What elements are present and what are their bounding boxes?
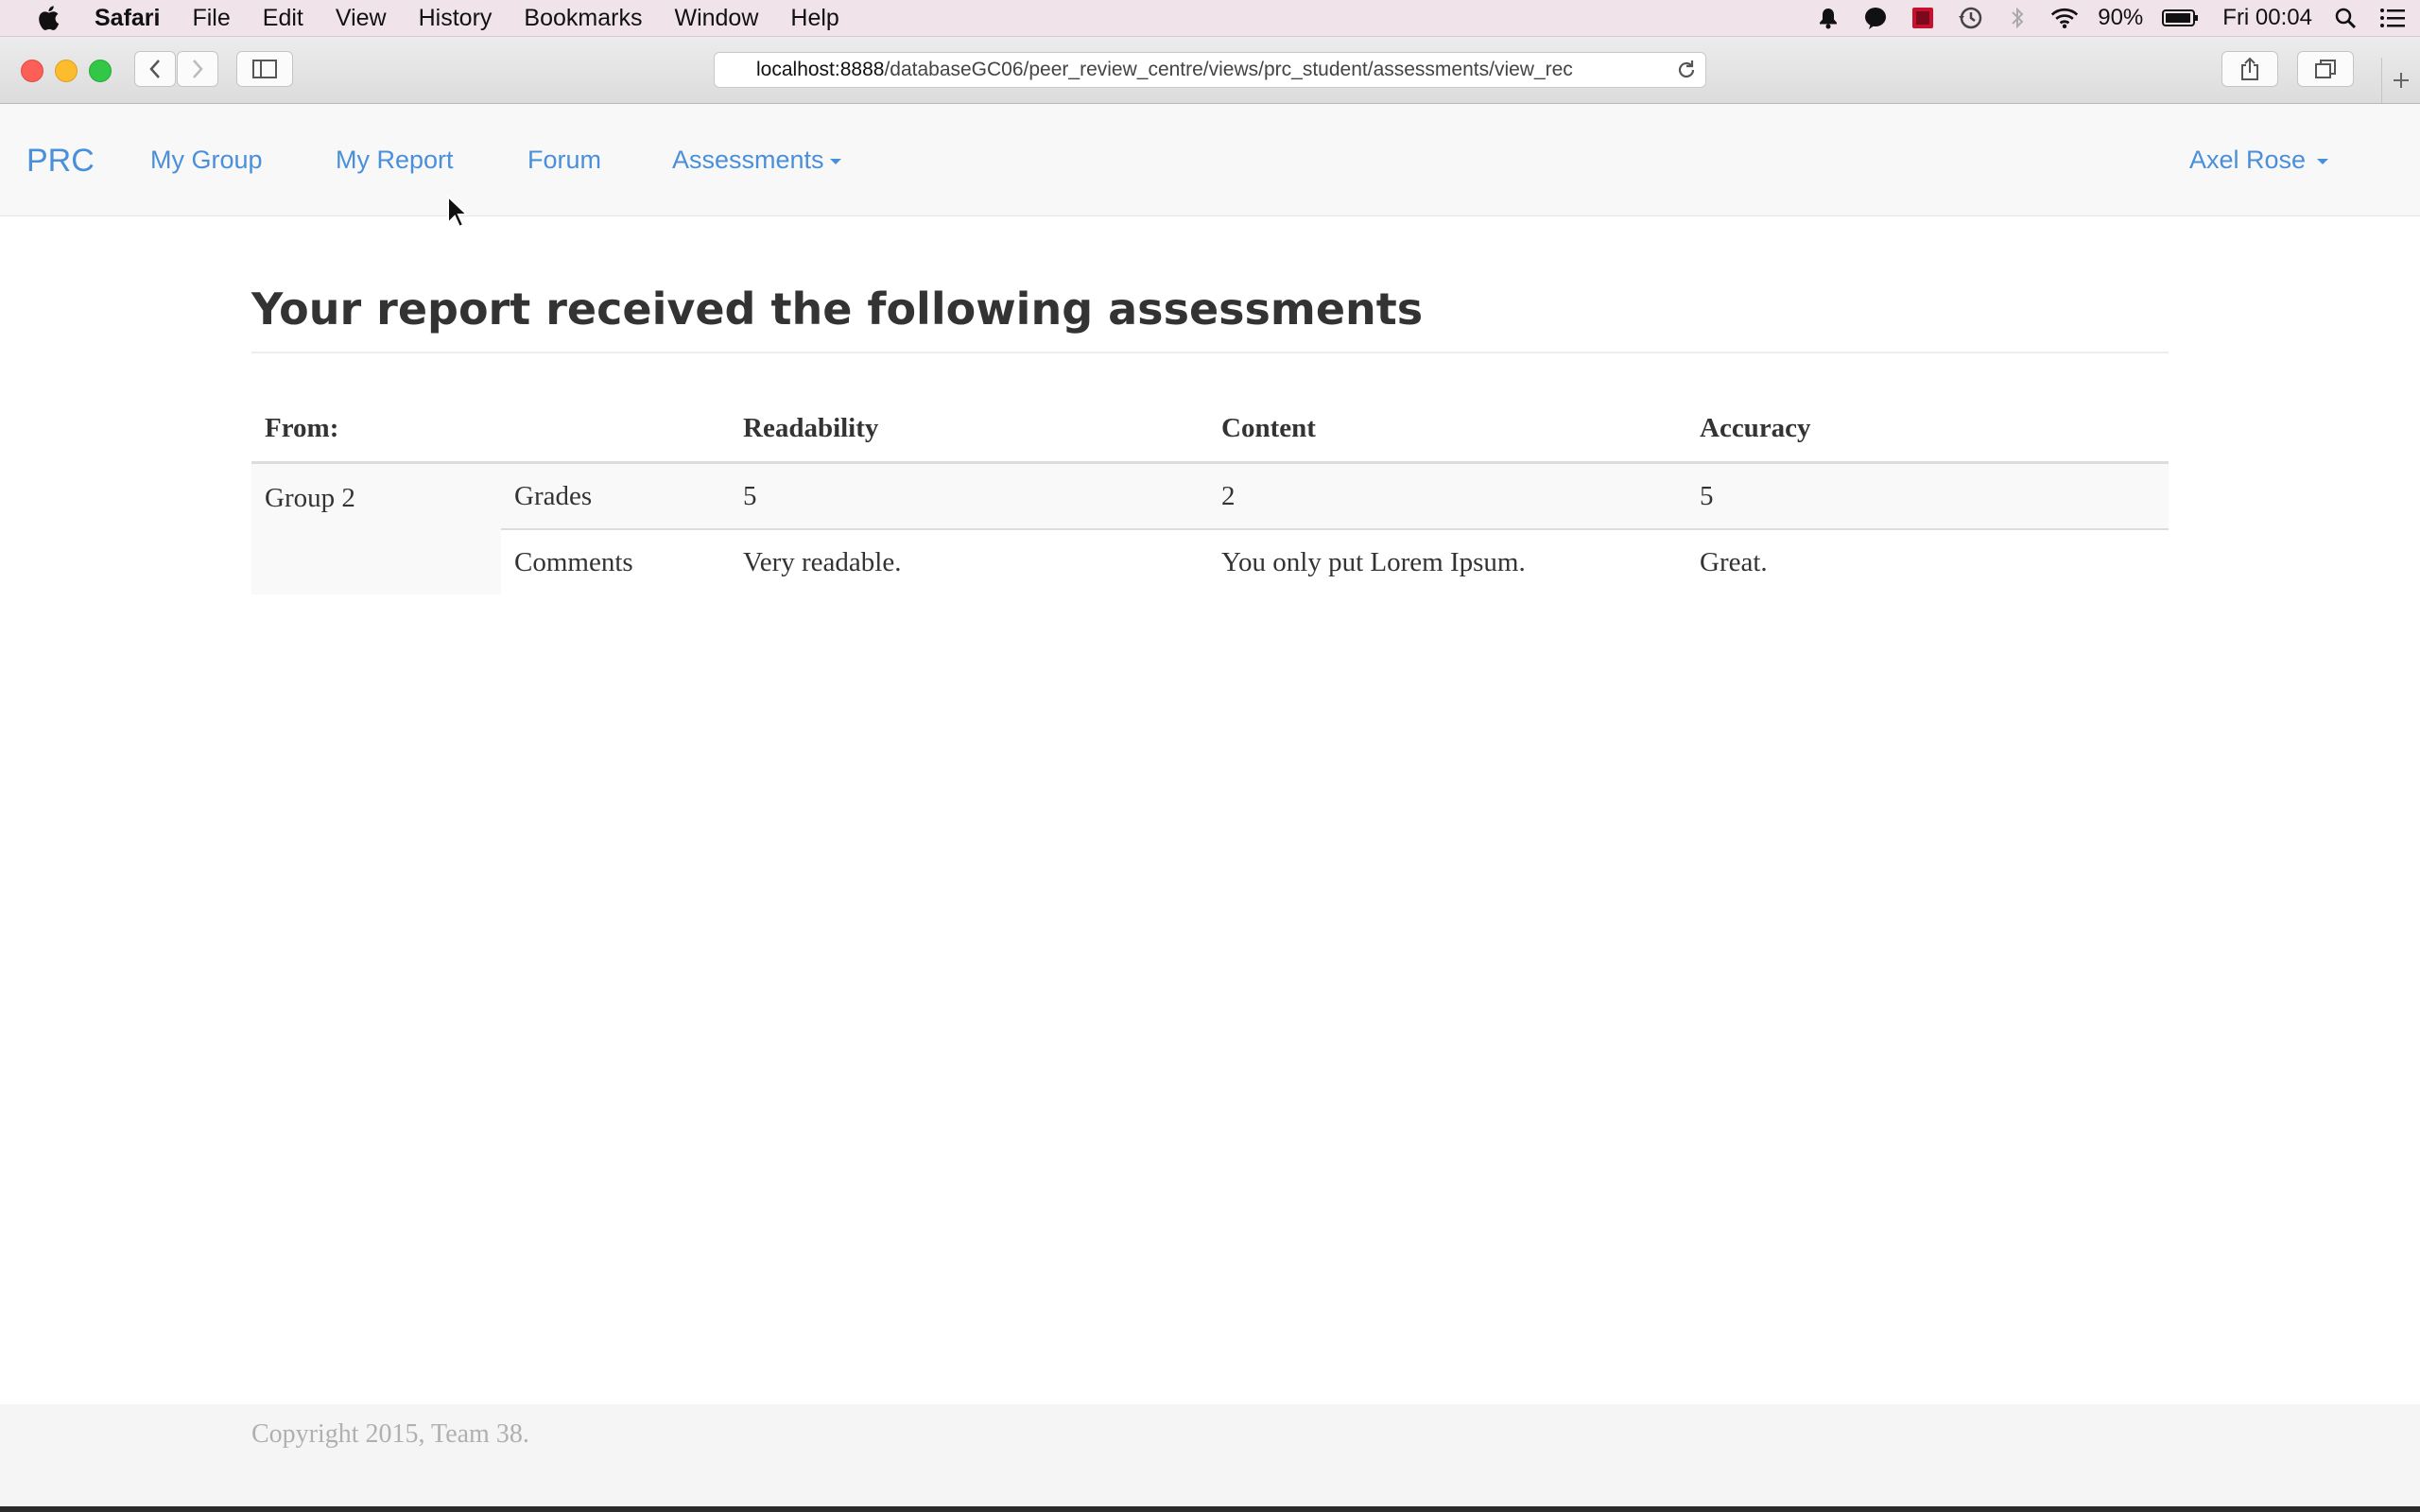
caret-down-icon	[829, 158, 841, 164]
spotlight-search-icon[interactable]	[2331, 4, 2360, 32]
back-button[interactable]	[134, 51, 176, 87]
nav-my-report[interactable]: My Report	[336, 146, 454, 175]
header-content: Content	[1208, 395, 1686, 464]
header-readability: Readability	[730, 395, 1208, 464]
header-type	[501, 395, 730, 464]
share-button[interactable]	[2221, 51, 2278, 87]
battery-percent: 90%	[2098, 5, 2144, 30]
nav-forum[interactable]: Forum	[527, 146, 601, 175]
mouse-cursor-icon	[447, 195, 469, 229]
brand-logo[interactable]: PRC	[26, 143, 95, 180]
user-menu-dropdown[interactable]: Axel Rose	[2189, 146, 2329, 175]
site-navbar: PRC My Group My Report Forum Assessments…	[0, 104, 2420, 216]
sidebar-icon	[252, 60, 277, 78]
page-header: Your report received the following asses…	[251, 284, 2169, 353]
comment-content: You only put Lorem Ipsum.	[1221, 546, 1526, 577]
nav-my-group[interactable]: My Group	[150, 146, 263, 175]
nav-assessments-dropdown[interactable]: Assessments	[672, 146, 841, 175]
caret-down-icon	[2317, 158, 2329, 164]
comment-accuracy: Great.	[1700, 546, 1768, 577]
chevron-left-icon	[149, 60, 160, 78]
browser-toolbar: localhost:8888/databaseGC06/peer_review_…	[0, 37, 2420, 104]
plus-icon	[2394, 73, 2409, 88]
table-row-comments: Comments Very readable. You only put Lor…	[251, 529, 2169, 594]
notification-center-icon[interactable]	[2378, 4, 2407, 32]
from-group-cell: Group 2	[251, 462, 501, 594]
comment-readability: Very readable.	[743, 546, 902, 577]
status-area: 90% Fri 00:04	[1814, 0, 2420, 36]
row-label-comments: Comments	[514, 546, 633, 577]
window-bottom-edge	[0, 1506, 2420, 1512]
tabs-icon	[2315, 60, 2336, 78]
grade-readability: 5	[730, 462, 1208, 530]
copyright-text: Copyright 2015, Team 38.	[251, 1419, 529, 1449]
assessments-table: From: Readability Content Accuracy Group…	[251, 395, 2169, 594]
user-name: Axel Rose	[2189, 146, 2307, 174]
forward-button[interactable]	[177, 51, 218, 87]
grade-accuracy: 5	[1686, 462, 2169, 530]
page-title: Your report received the following asses…	[251, 284, 1424, 335]
row-label-grades: Grades	[501, 462, 730, 530]
header-accuracy: Accuracy	[1686, 395, 2169, 464]
time-machine-icon[interactable]	[1956, 4, 1984, 32]
minimize-window-button[interactable]	[55, 60, 78, 82]
menu-bookmarks[interactable]: Bookmarks	[524, 5, 642, 32]
menu-history[interactable]: History	[419, 5, 493, 32]
battery-icon[interactable]	[2162, 4, 2200, 32]
menu-edit[interactable]: Edit	[263, 5, 303, 32]
macos-menu-bar: Safari File Edit View History Bookmarks …	[0, 0, 2420, 37]
new-tab-button[interactable]	[2381, 58, 2420, 103]
page-footer: Copyright 2015, Team 38.	[0, 1404, 2420, 1506]
speech-bubble-icon[interactable]	[1861, 4, 1890, 32]
clock[interactable]: Fri 00:04	[2222, 5, 2312, 31]
url-host: localhost:8888	[756, 59, 885, 80]
address-bar[interactable]: localhost:8888/databaseGC06/peer_review_…	[714, 52, 1706, 88]
reload-icon	[1678, 60, 1695, 78]
menu-help[interactable]: Help	[790, 5, 838, 32]
recording-app-icon[interactable]	[1909, 4, 1937, 32]
header-from: From:	[251, 395, 501, 464]
url-path: /databaseGC06/peer_review_centre/views/p…	[884, 59, 1573, 80]
share-icon	[2241, 57, 2258, 80]
chevron-right-icon	[193, 60, 203, 78]
tabs-overview-button[interactable]	[2297, 51, 2354, 87]
grade-content: 2	[1208, 462, 1686, 530]
wifi-icon[interactable]	[2050, 4, 2079, 32]
fullscreen-window-button[interactable]	[89, 60, 112, 82]
close-window-button[interactable]	[21, 60, 43, 82]
notification-bell-icon[interactable]	[1814, 4, 1842, 32]
table-row-grades: Group 2 Grades 5 2 5	[251, 462, 2169, 594]
menu-file[interactable]: File	[192, 5, 230, 32]
apple-menu-icon[interactable]	[34, 4, 62, 32]
menu-window[interactable]: Window	[674, 5, 758, 32]
sidebar-toggle-button[interactable]	[236, 51, 293, 87]
menu-view[interactable]: View	[336, 5, 387, 32]
nav-assessments-label: Assessments	[672, 146, 824, 174]
menu-app-safari[interactable]: Safari	[95, 5, 160, 32]
bluetooth-icon[interactable]	[2003, 4, 2031, 32]
reload-button[interactable]	[1668, 53, 1705, 87]
address-url[interactable]: localhost:8888/databaseGC06/peer_review_…	[756, 59, 1668, 81]
table-header-row: From: Readability Content Accuracy	[251, 395, 2169, 464]
